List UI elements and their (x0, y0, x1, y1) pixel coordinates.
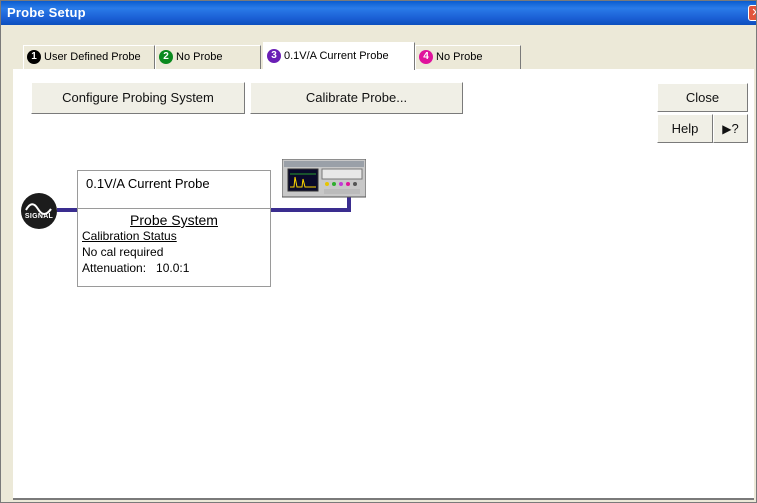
help-button[interactable]: Help (657, 114, 713, 143)
probe-system-title: Probe System (130, 212, 218, 228)
probe-info-box: 0.1V/A Current Probe Probe System Calibr… (77, 170, 271, 287)
probe-name: 0.1V/A Current Probe (86, 176, 210, 191)
channel-2-number-icon: 2 (159, 50, 173, 64)
tab-channel-3[interactable]: 3 0.1V/A Current Probe (263, 42, 415, 70)
signal-label: SIGNAL (24, 213, 54, 220)
tab-channel-2[interactable]: 2 No Probe (155, 45, 261, 69)
sine-wave-icon (25, 203, 52, 215)
probe-to-scope-connector (271, 208, 351, 212)
tab-label: 0.1V/A Current Probe (284, 50, 389, 62)
oscilloscope-icon (281, 158, 367, 199)
whats-this-label: ? (731, 121, 739, 136)
title-bar[interactable]: Probe Setup ✕ (1, 1, 756, 25)
tab-label: No Probe (436, 51, 483, 63)
whats-this-button[interactable]: ▶? (713, 114, 748, 143)
close-icon: ✕ (751, 6, 756, 19)
panel-bottom-border (13, 498, 754, 500)
calibrate-probe-button[interactable]: Calibrate Probe... (250, 82, 463, 114)
pointer-help-icon: ▶ (722, 122, 732, 136)
calibration-status-label: Calibration Status (82, 229, 177, 243)
channel-4-number-icon: 4 (419, 50, 433, 64)
tab-channel-4[interactable]: 4 No Probe (415, 45, 521, 69)
channel-3-number-icon: 3 (267, 49, 281, 63)
tab-label: User Defined Probe (44, 51, 141, 63)
tab-label: No Probe (176, 51, 223, 63)
probe-setup-window: Probe Setup ✕ 1 User Defined Probe 2 No … (0, 0, 757, 503)
probe-system-box: Probe System Calibration Status No cal r… (78, 208, 270, 286)
attenuation-value: Attenuation: 10.0:1 (82, 261, 190, 275)
close-window-button[interactable]: ✕ (748, 5, 756, 21)
configure-probing-system-button[interactable]: Configure Probing System (31, 82, 245, 114)
channel-1-number-icon: 1 (27, 50, 41, 64)
tab-channel-1[interactable]: 1 User Defined Probe (23, 45, 155, 69)
calibration-status-value: No cal required (82, 245, 164, 259)
signal-connector (57, 208, 77, 212)
close-button[interactable]: Close (657, 83, 748, 112)
window-title: Probe Setup (7, 5, 86, 20)
signal-icon: SIGNAL (21, 193, 57, 229)
